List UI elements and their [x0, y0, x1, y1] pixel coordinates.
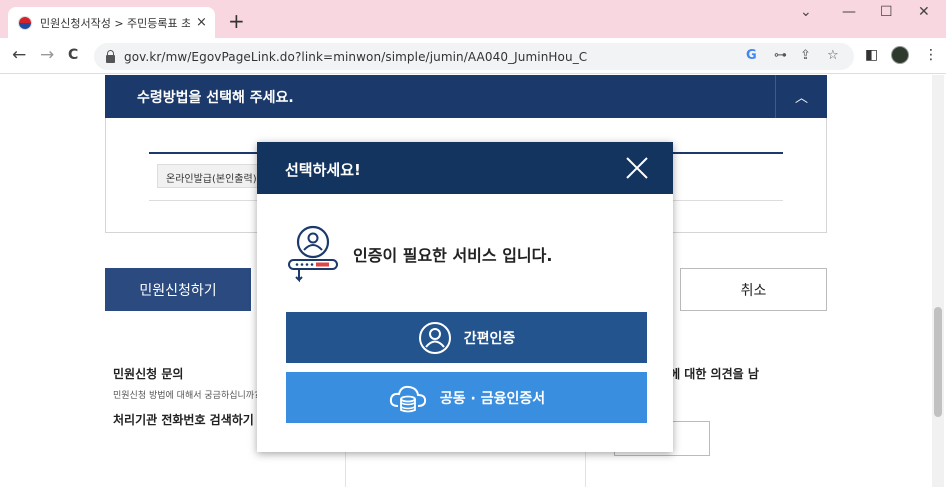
tab-search-icon[interactable]: ⌄: [800, 4, 812, 20]
profile-avatar[interactable]: [891, 46, 909, 64]
browser-tab-strip: 민원신청서작성 > 주민등록표 초본 × + ⌄ — ☐ ✕: [0, 0, 946, 38]
apply-button[interactable]: 민원신청하기: [105, 268, 251, 311]
simple-auth-label: 간편인증: [463, 330, 516, 347]
vertical-scrollbar[interactable]: [932, 75, 944, 487]
user-circle-icon: [418, 321, 452, 355]
cloud-database-icon: [388, 382, 428, 414]
tab-close-icon[interactable]: ×: [196, 15, 207, 30]
modal-title: 선택하세요!: [285, 161, 361, 179]
certificate-auth-label: 공동 · 금융인증서: [439, 390, 546, 407]
back-button[interactable]: ←: [12, 45, 26, 65]
minimize-button[interactable]: —: [842, 4, 856, 20]
inquiry-description: 민원신청 방법에 대해서 궁금하십니까?: [113, 391, 259, 401]
section-title: 수령방법을 선택해 주세요.: [137, 90, 294, 106]
auth-select-modal: 선택하세요! 인증이 필요한 서비스 입니다. 간편인증 공동 · 금융인증서: [257, 142, 673, 452]
address-bar[interactable]: gov.kr/mw/EgovPageLink.do?link=minwon/si…: [94, 43, 854, 70]
user-auth-icon: [288, 225, 338, 283]
lock-icon: [106, 49, 115, 63]
receive-method-header: 수령방법을 선택해 주세요. ︿: [105, 75, 827, 118]
agency-phone-search-link[interactable]: 처리기관 전화번호 검색하기: [113, 411, 263, 428]
cancel-button[interactable]: 취소: [680, 268, 827, 311]
more-menu-icon[interactable]: ⋮: [924, 47, 938, 63]
close-icon[interactable]: [625, 156, 649, 180]
modal-header: 선택하세요!: [257, 142, 673, 194]
browser-toolbar: ← → C gov.kr/mw/EgovPageLink.do?link=min…: [0, 38, 946, 74]
auth-message-row: 인증이 필요한 서비스 입니다.: [285, 222, 552, 286]
collapse-chevron-icon[interactable]: ︿: [775, 75, 827, 118]
url-text[interactable]: gov.kr/mw/EgovPageLink.do?link=minwon/si…: [124, 50, 587, 64]
side-panel-icon[interactable]: ◧: [865, 47, 878, 63]
browser-tab[interactable]: 민원신청서작성 > 주민등록표 초본 ×: [8, 7, 215, 38]
reload-button[interactable]: C: [68, 47, 78, 63]
bookmark-star-icon[interactable]: ☆: [827, 48, 839, 63]
maximize-button[interactable]: ☐: [880, 4, 893, 20]
key-icon[interactable]: ⊶: [774, 48, 787, 63]
certificate-auth-button[interactable]: 공동 · 금융인증서: [286, 372, 647, 423]
close-window-button[interactable]: ✕: [918, 4, 930, 20]
tab-title: 민원신청서작성 > 주민등록표 초본: [40, 16, 190, 30]
simple-auth-button[interactable]: 간편인증: [286, 312, 647, 363]
share-icon[interactable]: ⇪: [800, 48, 811, 63]
scrollbar-thumb[interactable]: [934, 307, 942, 417]
gov-logo-icon: [18, 15, 32, 30]
google-translate-icon[interactable]: G: [746, 48, 757, 63]
auth-required-message: 인증이 필요한 서비스 입니다.: [353, 246, 553, 265]
inquiry-title: 민원신청 문의: [113, 367, 184, 381]
forward-button[interactable]: →: [40, 45, 54, 65]
new-tab-button[interactable]: +: [228, 9, 245, 33]
